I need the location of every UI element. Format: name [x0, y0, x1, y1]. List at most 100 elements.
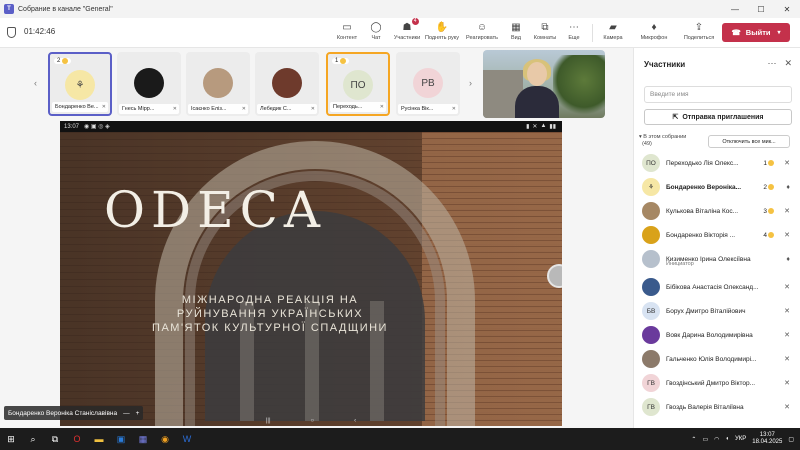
meeting-timer: 01:42:46 [24, 27, 56, 36]
avatar [642, 250, 660, 268]
more-icon: ⋯ [569, 21, 579, 33]
participant-row[interactable]: Бондаренко Вікторія ... 4 ✕ [642, 223, 794, 247]
raise-hand-button[interactable]: ✋ Поднять руку [425, 21, 459, 47]
smile-icon: ☺ [476, 21, 488, 33]
avatar [272, 68, 302, 98]
mic-off-icon: ✕ [784, 332, 790, 339]
tile-name: Бондаренко Ве... ✕ [52, 102, 108, 112]
mic-off-icon: ✕ [784, 160, 790, 167]
opera-icon[interactable]: O [66, 428, 88, 450]
outlook-icon[interactable]: ▣ [110, 428, 132, 450]
chat-icon: ◯ [370, 21, 382, 33]
task-view-icon[interactable]: ⧉ [44, 428, 66, 450]
share-button[interactable]: ⇪ Поделиться [682, 21, 716, 47]
participant-row[interactable]: ГВ Гвоздь Валерія Віталіївна ✕ [642, 395, 794, 419]
search-input[interactable]: Введите имя [644, 86, 792, 103]
minimize-button[interactable]: — [722, 0, 748, 18]
plus-icon: + [135, 409, 140, 417]
more-options-icon[interactable]: ⋯ [767, 58, 776, 69]
raise-hand-icon: ✋ [435, 21, 449, 33]
presenter-label: Бондаренко Вероніка Станіславівна — + [4, 406, 144, 420]
mic-off-icon: ✕ [451, 106, 456, 112]
volume-icon[interactable]: ◖ [725, 436, 729, 442]
close-icon[interactable]: ✕ [784, 58, 792, 69]
search-icon[interactable]: ⌕ [22, 428, 44, 450]
avatar: ⚘ [65, 70, 95, 100]
network-icon[interactable]: ▭ [702, 436, 708, 443]
invite-button[interactable]: ⇱ Отправка приглашения [644, 109, 792, 125]
participant-row[interactable]: ГВ Гвоздінський Дмитро Віктор... ✕ [642, 371, 794, 395]
chat-button[interactable]: ◯ Чат [359, 21, 393, 47]
participants-panel: Участники ⋯ ✕ Введите имя ⇱ Отправка при… [633, 48, 800, 428]
microphone-button[interactable]: ♦ Микрофон [637, 21, 671, 47]
shared-screen[interactable]: 13:07 ◉ ▣ ◎ ◈ ▮ ✕ ▲ ▮▮ ODECA МІЖНАРОДНА РЕАК… [60, 121, 562, 426]
participant-row[interactable]: Вовк Дарина Володимирівна ✕ [642, 323, 794, 347]
camera-icon: ▰ [609, 21, 617, 33]
windows-taskbar: ⊞ ⌕ ⧉ O ▬ ▣ ▦ ◉ W ⌃ ▭ ◠ ◖ УКР 13:07 18.0… [0, 428, 800, 450]
word-icon[interactable]: W [176, 428, 198, 450]
participant-row[interactable]: Гальченко Юлія Володимирі... ✕ [642, 347, 794, 371]
wifi-icon[interactable]: ◠ [714, 436, 719, 443]
self-video-tile[interactable] [483, 50, 605, 118]
avatar: ПО [343, 70, 373, 100]
people-icon: ☗ 4 [402, 18, 419, 33]
phone-hangup-icon: ☎ [731, 28, 741, 37]
avatar: РВ [413, 68, 443, 98]
chrome-icon[interactable]: ◉ [154, 428, 176, 450]
window-titlebar: T Собрание в канале "General" — ☐ ✕ [0, 0, 800, 18]
participant-row[interactable]: Кизименко Ірина Олексіївна Инициатор ♦ [642, 247, 794, 271]
tile-name: Русінка Вік... ✕ [398, 104, 458, 114]
avatar [642, 326, 660, 344]
clock[interactable]: 13:07 18.04.2025 [752, 432, 782, 446]
participant-row[interactable]: БВ Борух Дмитро Віталійович ✕ [642, 299, 794, 323]
mic-on-icon: ♦ [786, 183, 790, 191]
tile-name: Переходь... ✕ [330, 102, 386, 112]
participant-tile[interactable]: 1 ПО Переходь... ✕ [326, 52, 390, 116]
chevron-down-icon[interactable]: ▾ [778, 29, 781, 36]
participant-tile[interactable]: Лебедик С... ✕ [255, 52, 319, 116]
mic-off-icon: ✕ [241, 106, 246, 112]
participant-row[interactable]: Кулькова Віталіна Кос... 3 ✕ [642, 199, 794, 223]
react-button[interactable]: ☺ Реагировать [465, 21, 499, 47]
avatar: ГВ [642, 374, 660, 392]
participant-tile[interactable]: 2 ⚘ Бондаренко Ве... ✕ [48, 52, 112, 116]
raised-hand-indicator: 1 [763, 160, 774, 167]
panel-title: Участники [644, 60, 686, 69]
mic-off-icon: ✕ [784, 308, 790, 315]
participant-tile[interactable]: РВ Русінка Вік... ✕ [396, 52, 460, 116]
mic-off-icon: ✕ [784, 404, 790, 411]
language-indicator[interactable]: УКР [735, 436, 746, 442]
chevron-right-icon[interactable]: › [469, 78, 472, 88]
section-header[interactable]: ▾ В этом собрании (49) [639, 134, 686, 148]
raised-hand-indicator: 2 [763, 184, 774, 191]
slide-title: ODECA [104, 181, 326, 239]
slide-subtitle: МІЖНАРОДНА РЕАКЦІЯ НА РУЙНУВАННЯ УКРАЇНС… [152, 294, 388, 334]
chevron-up-icon[interactable]: ⌃ [691, 436, 696, 443]
rooms-icon: ⧉ [541, 21, 549, 33]
participant-row[interactable]: Бібікова Анастасія Олександ... ✕ [642, 275, 794, 299]
avatar: ПО [642, 154, 660, 172]
avatar [134, 68, 164, 98]
window-title: Собрание в канале "General" [18, 5, 113, 13]
close-window-button[interactable]: ✕ [774, 0, 800, 18]
camera-button[interactable]: ▰ Камера [596, 21, 630, 47]
mic-off-icon: ✕ [379, 104, 384, 110]
leave-button[interactable]: ☎ Выйти ▾ [722, 23, 790, 42]
chevron-left-icon[interactable]: ‹ [34, 78, 37, 88]
mic-off-icon: ✕ [101, 104, 106, 110]
maximize-button[interactable]: ☐ [748, 0, 774, 18]
participant-row[interactable]: ⚘ Бондаренко Вероніка... 2 ♦ [642, 175, 794, 199]
raised-hand-indicator: 3 [763, 208, 774, 215]
file-explorer-icon[interactable]: ▬ [88, 428, 110, 450]
more-button[interactable]: ⋯ Еще [557, 21, 591, 47]
participant-row[interactable]: ПО Переходько Лія Олекс... 1 ✕ [642, 151, 794, 175]
participant-tile[interactable]: Гнесь Мірр... ✕ [117, 52, 181, 116]
participant-tile[interactable]: Ісаєнко Еліз... ✕ [186, 52, 250, 116]
phone-status-bar: 13:07 ◉ ▣ ◎ ◈ ▮ ✕ ▲ ▮▮ [60, 121, 562, 132]
notification-icon[interactable]: ▢ [788, 436, 794, 443]
mute-all-button[interactable]: Отключить все мик... [708, 135, 790, 148]
meeting-stage: ‹ 2 ⚘ Бондаренко Ве... ✕ Гнесь Мірр... ✕ І… [0, 48, 633, 428]
participants-button[interactable]: ☗ 4 Участники [390, 18, 424, 47]
start-icon[interactable]: ⊞ [0, 428, 22, 450]
teams-icon[interactable]: ▦ [132, 428, 154, 450]
